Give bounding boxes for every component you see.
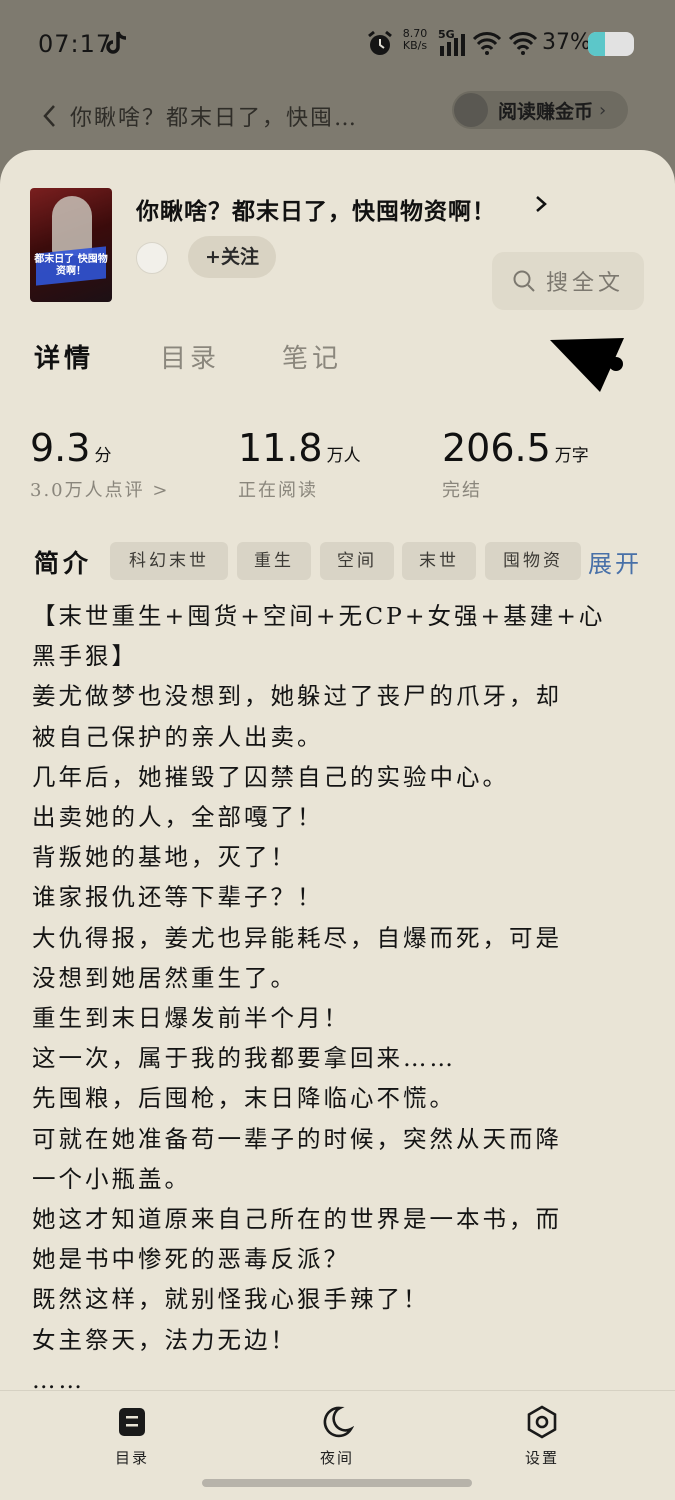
book-cover[interactable]: 都末日了 快囤物资啊！ — [30, 188, 112, 302]
intro-label: 简介 — [34, 549, 93, 578]
rating-reviews-link[interactable]: 3.0万人点评 > — [30, 476, 169, 502]
coin-icon — [454, 93, 488, 127]
tiktok-icon — [106, 31, 127, 54]
synopsis: 【末世重生+囤货+空间+无CP+女强+基建+心 黑手狠】 姜尤做梦也没想到，她躲… — [32, 596, 646, 1400]
battery-icon — [588, 32, 634, 56]
settings-icon — [527, 1405, 557, 1439]
synopsis-line: 女主祭天，法力无边！ — [32, 1325, 297, 1354]
completion-status: 完结 — [442, 480, 482, 501]
tag-item[interactable]: 重生 — [237, 542, 311, 580]
synopsis-line: 黑手狠】 — [32, 642, 138, 671]
battery-fill — [588, 32, 606, 56]
word-count-unit: 万字 — [554, 446, 589, 466]
settings-button[interactable]: 设置 — [502, 1405, 582, 1468]
synopsis-line: 重生到末日爆发前半个月！ — [32, 1004, 350, 1033]
synopsis-line: 几年后，她摧毁了囚禁自己的实验中心。 — [32, 762, 509, 791]
synopsis-line: 可就在她准备苟一辈子的时候，突然从天而降 — [32, 1124, 562, 1153]
night-mode-label: 夜间 — [319, 1449, 354, 1467]
search-full-text-label: 搜全文 — [545, 271, 624, 296]
synopsis-line: 既然这样，就别怪我心狠手辣了！ — [32, 1285, 430, 1314]
tag-item[interactable]: 空间 — [320, 542, 394, 580]
synopsis-line: 【末世重生+囤货+空间+无CP+女强+基建+心 — [32, 602, 606, 630]
word-count-number: 206.5 — [442, 426, 551, 470]
night-mode-button[interactable]: 夜间 — [297, 1405, 377, 1468]
tab-details[interactable]: 详情 — [34, 338, 94, 375]
synopsis-line: 先囤粮，后囤枪，末日降临心不慌。 — [32, 1084, 456, 1113]
expand-button[interactable]: 展开 — [588, 544, 642, 579]
net-speed-unit: KB/s — [402, 39, 428, 52]
search-full-text-button[interactable]: 搜全文 — [492, 252, 644, 310]
readers-label: 正在阅读 — [238, 480, 318, 501]
battery-percent: 37% — [542, 30, 591, 55]
catalog-icon — [119, 1408, 145, 1436]
reader-top-nav: 你瞅啥？都末日了，快囤… 阅读赚金币 › — [0, 88, 675, 144]
tag-item[interactable]: 末世 — [402, 542, 476, 580]
cover-figure — [52, 196, 92, 256]
status-bar: 07:17 8.70 KB/s 5G 37% — [0, 0, 675, 88]
mouse-pointer-icon — [550, 338, 624, 392]
net-speed: 8.70 KB/s — [400, 28, 430, 52]
tag-item[interactable]: 科幻末世 — [110, 542, 228, 580]
follow-button[interactable]: +关注 — [188, 236, 276, 278]
chevron-right-icon: › — [599, 99, 607, 121]
tag-item[interactable]: 囤物资 — [485, 542, 581, 580]
earn-coins-label: 阅读赚金币 — [498, 100, 594, 123]
cover-title-text: 都末日了 快囤物资啊！ — [34, 254, 108, 277]
moon-icon — [323, 1406, 354, 1438]
synopsis-line: 她是书中惨死的恶毒反派？ — [32, 1245, 350, 1274]
wifi-icon — [472, 32, 502, 55]
synopsis-line: 谁家报仇还等下辈子？！ — [32, 883, 324, 912]
status-time: 07:17 — [38, 30, 113, 58]
synopsis-line: 被自己保护的亲人出卖。 — [32, 722, 324, 751]
book-title[interactable]: 你瞅啥？都末日了，快囤物资啊！ — [136, 192, 496, 226]
signal-icon — [440, 34, 465, 56]
home-indicator[interactable] — [202, 1479, 472, 1487]
reader-chapter-title: 你瞅啥？都末日了，快囤… — [70, 106, 359, 131]
catalog-label: 目录 — [114, 1449, 149, 1467]
earn-coins-button[interactable]: 阅读赚金币 › — [452, 91, 628, 129]
synopsis-line: 背叛她的基地，灭了！ — [32, 843, 297, 872]
rating-number: 9.3 — [30, 426, 91, 470]
rating-value: 9.3 分 — [30, 426, 111, 470]
alarm-icon — [368, 30, 392, 55]
synopsis-line: 她这才知道原来自己所在的世界是一本书，而 — [32, 1205, 562, 1234]
search-icon — [513, 270, 535, 292]
word-count-value: 206.5 万字 — [442, 426, 589, 470]
synopsis-line: 姜尤做梦也没想到，她躲过了丧尸的爪牙，却 — [32, 682, 562, 711]
readers-number: 11.8 — [238, 426, 323, 470]
tab-catalog[interactable]: 目录 — [160, 338, 220, 375]
tab-notes[interactable]: 笔记 — [282, 338, 342, 375]
back-icon[interactable] — [40, 102, 60, 130]
settings-label: 设置 — [524, 1449, 559, 1467]
chevron-right-icon[interactable] — [534, 194, 548, 214]
author-avatar[interactable] — [136, 242, 168, 274]
synopsis-line: 一个小瓶盖。 — [32, 1164, 191, 1193]
book-detail-sheet: 都末日了 快囤物资啊！ 你瞅啥？都末日了，快囤物资啊！ +关注 搜全文 详情 目… — [0, 150, 675, 1500]
synopsis-line: 出卖她的人，全部嘎了！ — [32, 803, 324, 832]
synopsis-line: 这一次，属于我的我都要拿回来…… — [32, 1044, 456, 1073]
readers-value: 11.8 万人 — [238, 426, 361, 470]
synopsis-line: 大仇得报，姜尤也异能耗尽，自爆而死，可是 — [32, 923, 562, 952]
wifi-secondary-icon — [508, 32, 538, 55]
synopsis-line: 没想到她居然重生了。 — [32, 963, 297, 992]
rating-unit: 分 — [94, 446, 112, 466]
readers-unit: 万人 — [326, 446, 361, 466]
catalog-button[interactable]: 目录 — [92, 1405, 172, 1468]
